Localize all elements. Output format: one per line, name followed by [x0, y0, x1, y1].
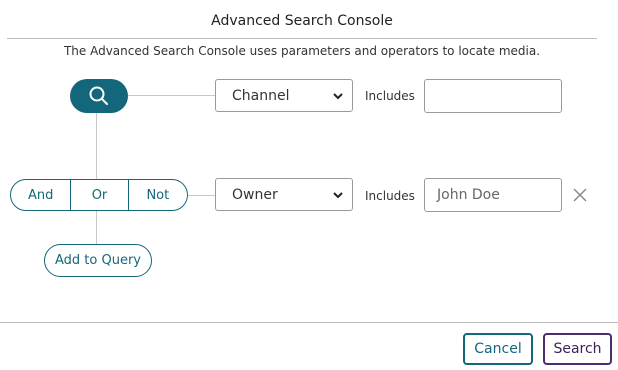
dialog-description: The Advanced Search Console uses paramet…	[63, 44, 541, 58]
connector-line	[96, 211, 97, 244]
value-input-2[interactable]: John Doe	[424, 178, 562, 212]
close-icon	[573, 188, 587, 202]
value-input-placeholder: John Doe	[437, 187, 500, 203]
search-node-button[interactable]	[70, 79, 128, 113]
field-select-2[interactable]: Owner	[215, 178, 353, 211]
search-icon	[89, 86, 108, 105]
search-button[interactable]: Search	[543, 333, 612, 365]
connector-line	[128, 95, 216, 96]
field-select-1[interactable]: Channel	[215, 79, 353, 112]
connector-line	[96, 113, 97, 179]
operator-label-2: Includes	[365, 189, 415, 203]
chevron-down-icon	[333, 93, 343, 100]
connector-line	[188, 195, 216, 196]
footer-divider	[0, 322, 618, 323]
not-button[interactable]: Not	[127, 180, 187, 210]
cancel-button[interactable]: Cancel	[463, 333, 533, 365]
and-button[interactable]: And	[11, 180, 70, 210]
field-select-value: Channel	[232, 87, 290, 104]
header-divider	[7, 38, 597, 39]
operator-label-1: Includes	[365, 89, 415, 103]
chevron-down-icon	[333, 192, 343, 199]
or-button[interactable]: Or	[70, 180, 127, 210]
remove-row-button[interactable]	[571, 186, 589, 204]
value-input-1[interactable]	[424, 79, 562, 113]
dialog-title: Advanced Search Console	[211, 13, 393, 29]
add-to-query-button[interactable]: Add to Query	[44, 244, 152, 277]
logic-operator-toggle: And Or Not	[10, 179, 188, 211]
field-select-value: Owner	[232, 186, 278, 203]
